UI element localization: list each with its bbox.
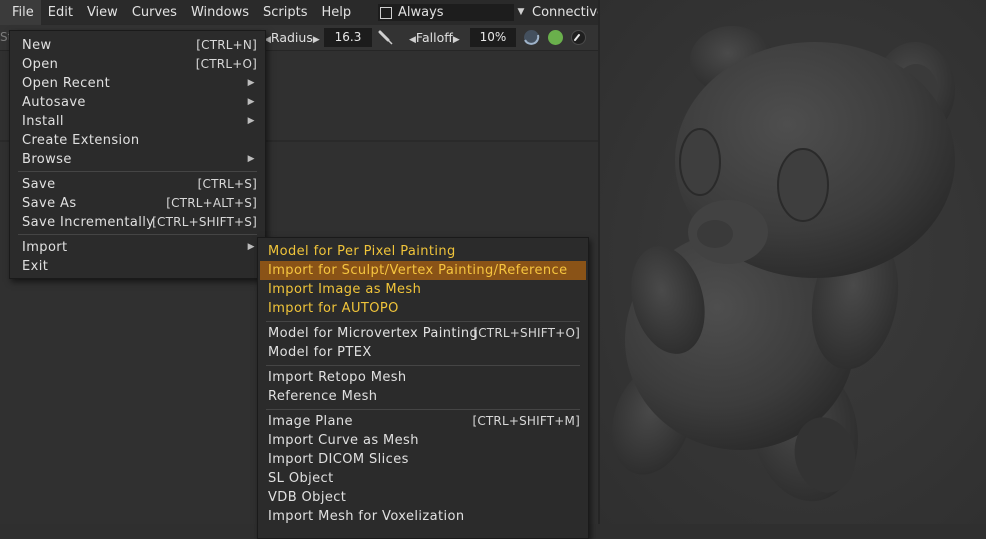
menu-item-label: Save Incrementally xyxy=(22,215,155,230)
submenu-arrow-icon: ▶ xyxy=(247,116,255,126)
menu-item-label: Save As xyxy=(22,196,77,211)
menu-item-label: Import Curve as Mesh xyxy=(268,433,419,448)
submenu-item-image-as-mesh[interactable]: Import Image as Mesh xyxy=(258,280,588,299)
menu-item-label: Open xyxy=(22,57,59,72)
settings-dial-icon[interactable] xyxy=(570,29,587,46)
submenu-item-image-plane[interactable]: Image Plane [CTRL+SHIFT+M] xyxy=(258,412,588,431)
menu-item-label: Import xyxy=(22,240,68,255)
menu-file[interactable]: File xyxy=(0,0,41,25)
menu-separator xyxy=(266,365,580,366)
menu-scripts[interactable]: Scripts xyxy=(256,0,314,25)
menu-item-save-incrementally[interactable]: Save Incrementally [CTRL+SHIFT+S] xyxy=(10,213,265,232)
menu-item-label: Exit xyxy=(22,259,49,274)
menu-item-label: Install xyxy=(22,114,64,129)
menu-item-label: Autosave xyxy=(22,95,86,110)
menu-item-shortcut: [CTRL+O] xyxy=(195,57,257,71)
submenu-arrow-icon: ▶ xyxy=(247,97,255,107)
teddy-bear-model xyxy=(611,26,955,502)
menu-item-label: Import Mesh for Voxelization xyxy=(268,509,465,524)
falloff-input[interactable]: 10% xyxy=(470,28,516,47)
increment-arrow-icon[interactable]: ▶ xyxy=(453,35,460,45)
menu-windows[interactable]: Windows xyxy=(184,0,256,25)
menu-item-label: New xyxy=(22,38,52,53)
3d-viewport[interactable] xyxy=(600,0,986,524)
menu-item-label: Import for AUTOPO xyxy=(268,301,399,316)
menu-item-browse[interactable]: Browse ▶ xyxy=(10,150,265,169)
menu-help[interactable]: Help xyxy=(314,0,358,25)
menu-item-install[interactable]: Install ▶ xyxy=(10,112,265,131)
menu-item-create-extension[interactable]: Create Extension xyxy=(10,131,265,150)
submenu-item-retopo-mesh[interactable]: Import Retopo Mesh xyxy=(258,368,588,387)
submenu-arrow-icon: ▶ xyxy=(247,242,255,252)
menu-item-label: Save xyxy=(22,177,56,192)
menu-separator xyxy=(18,171,257,172)
menu-item-label: Reference Mesh xyxy=(268,389,378,404)
menu-item-shortcut: [CTRL+S] xyxy=(197,177,257,191)
menu-edit[interactable]: Edit xyxy=(41,0,80,25)
dropdown-arrow-icon[interactable]: ▼ xyxy=(514,4,528,21)
menu-item-label: Model for Per Pixel Painting xyxy=(268,244,456,259)
submenu-item-import-sculpt[interactable]: Import for Sculpt/Vertex Painting/Refere… xyxy=(260,261,586,280)
submenu-item-sl-object[interactable]: SL Object xyxy=(258,469,588,488)
submenu-item-reference-mesh[interactable]: Reference Mesh xyxy=(258,387,588,406)
menu-item-label: Import DICOM Slices xyxy=(268,452,409,467)
menu-curves[interactable]: Curves xyxy=(125,0,184,25)
menu-item-label: Image Plane xyxy=(268,414,353,429)
falloff-label-text: Falloff xyxy=(415,30,453,45)
menu-item-save-as[interactable]: Save As [CTRL+ALT+S] xyxy=(10,194,265,213)
submenu-item-microvertex[interactable]: Model for Microvertex Painting [CTRL+SHI… xyxy=(258,324,588,343)
submenu-arrow-icon: ▶ xyxy=(247,78,255,88)
menu-item-label: Import Retopo Mesh xyxy=(268,370,407,385)
menu-item-label: Model for PTEX xyxy=(268,345,372,360)
radius-label[interactable]: ◀Radius▶ xyxy=(264,30,320,45)
mode-select-value: Always xyxy=(398,5,444,20)
radius-label-text: Radius xyxy=(270,30,313,45)
menu-item-shortcut: [CTRL+ALT+S] xyxy=(166,196,257,210)
menu-view[interactable]: View xyxy=(80,0,125,25)
menu-item-import[interactable]: Import ▶ xyxy=(10,238,265,257)
menu-item-save[interactable]: Save [CTRL+S] xyxy=(10,175,265,194)
menu-item-label: Open Recent xyxy=(22,76,111,91)
submenu-item-ptex[interactable]: Model for PTEX xyxy=(258,343,588,362)
menu-item-autosave[interactable]: Autosave ▶ xyxy=(10,93,265,112)
connective-label[interactable]: Connective xyxy=(532,0,605,25)
menu-separator xyxy=(266,409,580,410)
menu-item-new[interactable]: New [CTRL+N] xyxy=(10,36,265,55)
submenu-item-dicom[interactable]: Import DICOM Slices xyxy=(258,450,588,469)
menu-item-label: SL Object xyxy=(268,471,334,486)
import-submenu: Model for Per Pixel Painting Import for … xyxy=(257,237,589,539)
brush-pen-icon[interactable] xyxy=(377,29,394,46)
menu-item-label: Model for Microvertex Painting xyxy=(268,326,479,341)
menu-item-label: VDB Object xyxy=(268,490,347,505)
menu-item-label: Create Extension xyxy=(22,133,140,148)
menu-item-label: Import Image as Mesh xyxy=(268,282,422,297)
color-dot-icon[interactable] xyxy=(547,29,564,46)
mode-select[interactable]: Always xyxy=(378,4,514,21)
submenu-item-autopo[interactable]: Import for AUTOPO xyxy=(258,299,588,318)
menu-item-label: Browse xyxy=(22,152,72,167)
menu-item-label: Import for Sculpt/Vertex Painting/Refere… xyxy=(268,263,568,278)
radius-input[interactable]: 16.3 xyxy=(324,28,372,47)
menu-item-open[interactable]: Open [CTRL+O] xyxy=(10,55,265,74)
menu-item-shortcut: [CTRL+SHIFT+O] xyxy=(473,326,580,340)
submenu-item-model-per-pixel[interactable]: Model for Per Pixel Painting xyxy=(258,242,588,261)
submenu-item-voxelization[interactable]: Import Mesh for Voxelization xyxy=(258,507,588,526)
falloff-label[interactable]: ◀Falloff▶ xyxy=(409,30,460,45)
menu-separator xyxy=(266,321,580,322)
submenu-item-vdb-object[interactable]: VDB Object xyxy=(258,488,588,507)
submenu-arrow-icon: ▶ xyxy=(247,154,255,164)
decrement-arrow-icon[interactable]: ◀ xyxy=(409,35,416,45)
menu-item-shortcut: [CTRL+N] xyxy=(196,38,257,52)
menu-item-exit[interactable]: Exit xyxy=(10,257,265,276)
file-menu: New [CTRL+N] Open [CTRL+O] Open Recent ▶… xyxy=(9,30,266,279)
menu-separator xyxy=(18,234,257,235)
checkbox-icon[interactable] xyxy=(380,6,392,19)
menu-item-shortcut: [CTRL+SHIFT+M] xyxy=(472,414,580,428)
submenu-item-curve-as-mesh[interactable]: Import Curve as Mesh xyxy=(258,431,588,450)
increment-arrow-icon[interactable]: ▶ xyxy=(313,35,320,45)
sphere-material-icon[interactable] xyxy=(523,29,540,46)
menu-item-shortcut: [CTRL+SHIFT+S] xyxy=(152,215,257,229)
menu-item-open-recent[interactable]: Open Recent ▶ xyxy=(10,74,265,93)
